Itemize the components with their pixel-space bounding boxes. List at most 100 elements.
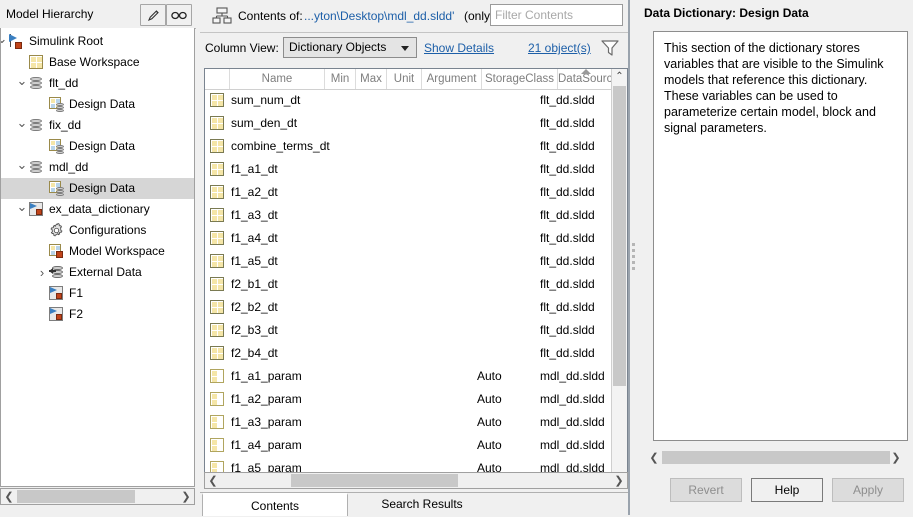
show-details-link[interactable]: Show Details (424, 41, 494, 55)
column-view-label: Column View: (205, 41, 279, 55)
tree-item-ex-data-dictionary[interactable]: ⌄ ex_data_dictionary (1, 199, 194, 220)
contents-hscroll-left-arrow[interactable]: ❮ (205, 474, 221, 487)
table-cell-datasource: flt_dd.sldd (540, 300, 595, 314)
table-cell-datasource: flt_dd.sldd (540, 185, 595, 199)
name-column[interactable]: Name (230, 69, 325, 89)
argument-column[interactable]: Argument (422, 69, 482, 89)
column-header-label: Unit (393, 73, 415, 85)
filter-funnel-icon[interactable] (600, 38, 620, 58)
min-column[interactable]: Min (325, 69, 356, 89)
tree-item-configurations[interactable]: Configurations (1, 220, 194, 241)
contents-vscroll-up-arrow[interactable]: ⌃ (612, 69, 627, 85)
table-row[interactable]: sum_den_dt flt_dd.sldd (205, 112, 627, 135)
model-hierarchy-title: Model Hierarchy (6, 7, 94, 21)
help-button[interactable]: Help (751, 478, 823, 502)
revert-button: Revert (670, 478, 742, 502)
table-row[interactable]: combine_terms_dt flt_dd.sldd (205, 135, 627, 158)
model-hierarchy-tree-container[interactable]: ⌄ Simulink Root Base Workspace ⌄ flt_dd Desig… (0, 28, 195, 487)
chevron-down-icon[interactable]: ⌄ (15, 73, 29, 94)
simulink-model-explorer: Model Hierarchy ⌄ Simulink Root Base Works… (0, 0, 913, 516)
tree-item-external-data[interactable]: › External Data (1, 262, 194, 283)
model-workspace-icon (49, 244, 64, 259)
model-icon (49, 286, 64, 301)
dialog-hscroll-left-arrow[interactable]: ❮ (646, 451, 662, 464)
table-row[interactable]: f2_b3_dt flt_dd.sldd (205, 319, 627, 342)
dialog-hscroll-track[interactable] (662, 450, 890, 465)
button-label: Revert (688, 483, 724, 497)
dialog-horizontal-scrollbar[interactable]: ❮ ❯ (646, 449, 904, 466)
contents-hscroll-track[interactable] (221, 473, 611, 488)
chevron-down-icon[interactable]: ⌄ (1, 31, 9, 52)
chevron-down-icon[interactable]: ⌄ (15, 115, 29, 136)
datasource-column[interactable]: DataSource (558, 69, 613, 89)
tree-item-simulink-root[interactable]: ⌄ Simulink Root (1, 31, 194, 52)
contents-table[interactable]: Name Min Max Unit Argument StorageClass DataSo… (204, 68, 628, 483)
datatype-icon (210, 277, 225, 292)
link-button[interactable] (166, 4, 192, 26)
tree-hscroll-thumb[interactable] (17, 490, 135, 503)
tree-hscroll-track[interactable] (17, 489, 178, 504)
tree-item-base-workspace[interactable]: Base Workspace (1, 52, 194, 73)
chevron-right-icon[interactable]: › (35, 262, 49, 283)
dialog-hscroll-right-arrow[interactable]: ❯ (888, 451, 904, 464)
contents-hscroll-thumb[interactable] (291, 474, 458, 487)
tree-hscroll-right-arrow[interactable]: ❯ (178, 490, 194, 503)
table-row[interactable]: f2_b4_dt flt_dd.sldd (205, 342, 627, 365)
tree-horizontal-scrollbar[interactable]: ❮ ❯ (0, 488, 195, 505)
tree-item-design-data[interactable]: Design Data (1, 94, 194, 115)
apply-button: Apply (832, 478, 904, 502)
tree-item-design-data[interactable]: Design Data (1, 136, 194, 157)
table-row[interactable]: f2_b1_dt flt_dd.sldd (205, 273, 627, 296)
table-row[interactable]: f1_a2_param Auto mdl_dd.sldd (205, 388, 627, 411)
edit-button[interactable] (140, 4, 166, 26)
table-row[interactable]: f1_a5_dt flt_dd.sldd (205, 250, 627, 273)
tree-item-label: Configurations (69, 223, 147, 237)
table-cell-argument: Auto (477, 415, 502, 429)
icon-column[interactable] (205, 69, 230, 89)
tree-item-flt-dd[interactable]: ⌄ flt_dd (1, 73, 194, 94)
tree-item-mdl-dd[interactable]: ⌄ mdl_dd (1, 157, 194, 178)
contents-vscroll-thumb[interactable] (613, 86, 626, 386)
chevron-down-icon[interactable]: ⌄ (15, 199, 29, 220)
table-row[interactable]: f2_b2_dt flt_dd.sldd (205, 296, 627, 319)
tree-item-label: F2 (69, 307, 84, 321)
contents-vertical-scrollbar[interactable]: ⌃ ⌄ (611, 69, 627, 482)
max-column[interactable]: Max (356, 69, 387, 89)
table-row[interactable]: f1_a3_param Auto mdl_dd.sldd (205, 411, 627, 434)
contents-table-body[interactable]: sum_num_dt flt_dd.sldd sum_den_dt flt_dd.sl… (205, 89, 627, 482)
splitter-bar (628, 0, 630, 515)
filter-contents-input[interactable] (490, 4, 623, 26)
tab-contents[interactable]: Contents (202, 493, 348, 516)
table-row[interactable]: f1_a4_dt flt_dd.sldd (205, 227, 627, 250)
table-cell-name: sum_den_dt (231, 116, 298, 130)
unit-column[interactable]: Unit (387, 69, 422, 89)
tree-hscroll-left-arrow[interactable]: ❮ (1, 490, 17, 503)
panel-splitter[interactable] (628, 0, 638, 515)
design-data-icon (49, 181, 64, 196)
tree-item-fix-dd[interactable]: ⌄ fix_dd (1, 115, 194, 136)
contents-horizontal-scrollbar[interactable]: ❮ ❯ (204, 472, 628, 489)
tree-item-f1[interactable]: F1 (1, 283, 194, 304)
tree-item-f2[interactable]: F2 (1, 304, 194, 325)
tab-label: Contents (250, 499, 300, 513)
tree-item-design-data[interactable]: Design Data (1, 178, 194, 199)
model-hierarchy-panel: Model Hierarchy ⌄ Simulink Root Base Works… (0, 0, 196, 515)
table-cell-datasource: mdl_dd.sldd (540, 415, 605, 429)
storageclass-column[interactable]: StorageClass (482, 69, 558, 89)
splitter-grip[interactable] (632, 243, 635, 272)
contents-hscroll-right-arrow[interactable]: ❯ (611, 474, 627, 487)
chevron-down-icon[interactable]: ⌄ (15, 157, 29, 178)
dialog-hscroll-thumb[interactable] (662, 451, 890, 464)
column-view-select[interactable]: Dictionary Objects (283, 37, 417, 58)
table-cell-name: f1_a1_param (231, 369, 302, 383)
table-row[interactable]: f1_a1_dt flt_dd.sldd (205, 158, 627, 181)
table-row[interactable]: f1_a2_dt flt_dd.sldd (205, 181, 627, 204)
object-count-link[interactable]: 21 object(s) (528, 41, 591, 55)
tab-search-results[interactable]: Search Results (348, 493, 496, 515)
table-row[interactable]: f1_a4_param Auto mdl_dd.sldd (205, 434, 627, 457)
external-data-icon (49, 265, 64, 280)
tree-item-model-workspace[interactable]: Model Workspace (1, 241, 194, 262)
table-row[interactable]: f1_a1_param Auto mdl_dd.sldd (205, 365, 627, 388)
table-row[interactable]: f1_a3_dt flt_dd.sldd (205, 204, 627, 227)
table-row[interactable]: sum_num_dt flt_dd.sldd (205, 89, 627, 112)
